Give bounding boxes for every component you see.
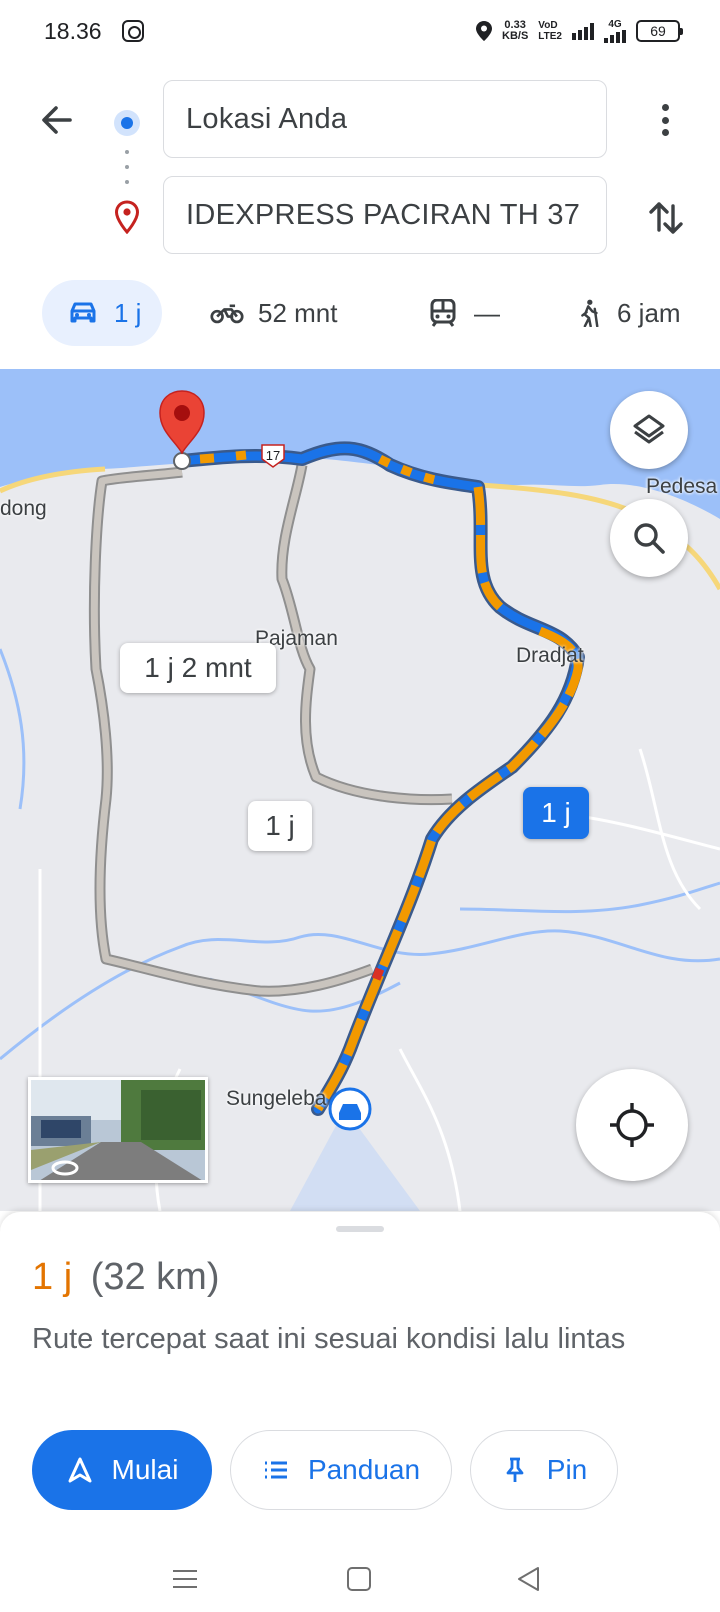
car-icon xyxy=(70,302,96,323)
river xyxy=(0,648,26,810)
place-label-dong: dong xyxy=(0,497,47,520)
route-bubble-selected[interactable]: 1 j xyxy=(523,787,589,839)
battery-icon: 69 xyxy=(636,20,683,42)
destination-input[interactable]: IDEXPRESS PACIRAN TH 37 xyxy=(163,176,607,254)
destination-pin-icon xyxy=(114,200,140,234)
mode-tab-motorcycle[interactable]: 52 mnt xyxy=(210,280,338,346)
guide-button-label: Panduan xyxy=(307,1454,421,1485)
mode-label-motorcycle: 52 mnt xyxy=(258,297,338,328)
river xyxy=(459,881,720,914)
origin-dot-icon xyxy=(114,110,140,136)
route-bubble-alt-1[interactable]: 1 j 2 mnt xyxy=(120,643,276,693)
place-label-sungeleba: Sungeleba xyxy=(226,1087,327,1110)
pin-button-label: Pin xyxy=(546,1454,588,1485)
route-duration: 1 j xyxy=(32,1256,73,1298)
more-options-icon[interactable] xyxy=(650,100,680,140)
signal-icon-2 xyxy=(604,29,626,43)
sheet-drag-handle[interactable] xyxy=(336,1226,384,1232)
layers-button[interactable] xyxy=(610,391,688,469)
route-bubble-alt-2[interactable]: 1 j xyxy=(248,801,312,851)
mode-tab-car[interactable]: 1 j xyxy=(42,280,162,346)
svg-text:17: 17 xyxy=(266,448,280,463)
mode-label-transit: — xyxy=(474,297,500,328)
mobile-data-indicator: 4G xyxy=(604,18,626,43)
mode-tab-transit[interactable]: — xyxy=(426,280,500,346)
origin-input[interactable]: Lokasi Anda xyxy=(163,80,607,158)
river xyxy=(638,748,702,911)
my-location-button[interactable] xyxy=(576,1069,688,1181)
navigation-arrow-icon xyxy=(68,1457,92,1483)
walking-icon xyxy=(581,299,599,327)
back-nav-icon[interactable] xyxy=(516,1566,542,1592)
mode-label-walk: 6 jam xyxy=(617,297,681,328)
volte-bottom: LTE2 xyxy=(538,31,562,42)
status-bar: 18.36 0.33 KB/S VoD LTE2 4G 69 xyxy=(0,0,720,66)
network-type: 4G xyxy=(608,18,622,30)
network-speed: 0.33 KB/S xyxy=(502,20,528,42)
signal-icon xyxy=(572,22,594,40)
battery-level: 69 xyxy=(650,23,666,39)
home-icon[interactable] xyxy=(346,1566,372,1592)
minor-road xyxy=(569,813,720,851)
minor-road xyxy=(398,1048,462,1211)
street-view-thumbnail[interactable] xyxy=(28,1077,208,1183)
street-view-image xyxy=(31,1080,205,1180)
main-route-outline xyxy=(175,441,585,1116)
back-arrow-icon[interactable] xyxy=(36,100,76,140)
alt-route-west-fill xyxy=(90,468,374,995)
swap-icon[interactable] xyxy=(646,196,686,240)
volte-indicator: VoD LTE2 xyxy=(538,20,562,42)
place-label-pedesa: Pedesa xyxy=(646,475,718,498)
guide-button[interactable]: Panduan xyxy=(230,1430,452,1510)
pin-icon xyxy=(506,1457,524,1482)
start-button-label: Mulai xyxy=(111,1454,179,1485)
map-view[interactable]: 17 Pajaman Dradjat Sungeleba Pedesa dong… xyxy=(0,369,720,1211)
search-button[interactable] xyxy=(610,499,688,577)
search-icon xyxy=(634,523,665,554)
route-connector xyxy=(125,150,129,184)
recent-apps-icon[interactable] xyxy=(172,1566,198,1592)
status-icons: 0.33 KB/S VoD LTE2 4G 69 xyxy=(476,16,683,46)
instagram-icon xyxy=(122,20,144,42)
main-route-blue xyxy=(177,443,583,1114)
route-distance: (32 km) xyxy=(90,1256,220,1298)
train-icon xyxy=(430,299,456,327)
status-time: 18.36 xyxy=(44,18,102,44)
current-location-marker xyxy=(328,1087,372,1131)
alt-route-west xyxy=(88,466,374,997)
system-nav-bar xyxy=(0,1540,720,1612)
network-speed-unit: KB/S xyxy=(502,30,529,42)
list-icon xyxy=(264,1461,287,1479)
motorcycle-icon xyxy=(210,304,244,324)
crosshair-icon xyxy=(610,1103,654,1147)
mode-label-car: 1 j xyxy=(114,297,142,328)
volte-top: VoD xyxy=(538,20,558,31)
start-button[interactable]: Mulai xyxy=(32,1430,212,1510)
traffic-jam-segment xyxy=(371,967,385,981)
route-description: Rute tercepat saat ini sesuai kondisi la… xyxy=(32,1323,626,1355)
location-icon xyxy=(476,21,492,41)
mode-tab-walk[interactable]: 6 jam xyxy=(575,280,681,346)
route-eta: 1 j (32 km) xyxy=(32,1256,220,1299)
layers-icon xyxy=(633,414,665,444)
pin-button[interactable]: Pin xyxy=(470,1430,618,1510)
place-label-dradjat: Dradjat xyxy=(516,644,584,667)
